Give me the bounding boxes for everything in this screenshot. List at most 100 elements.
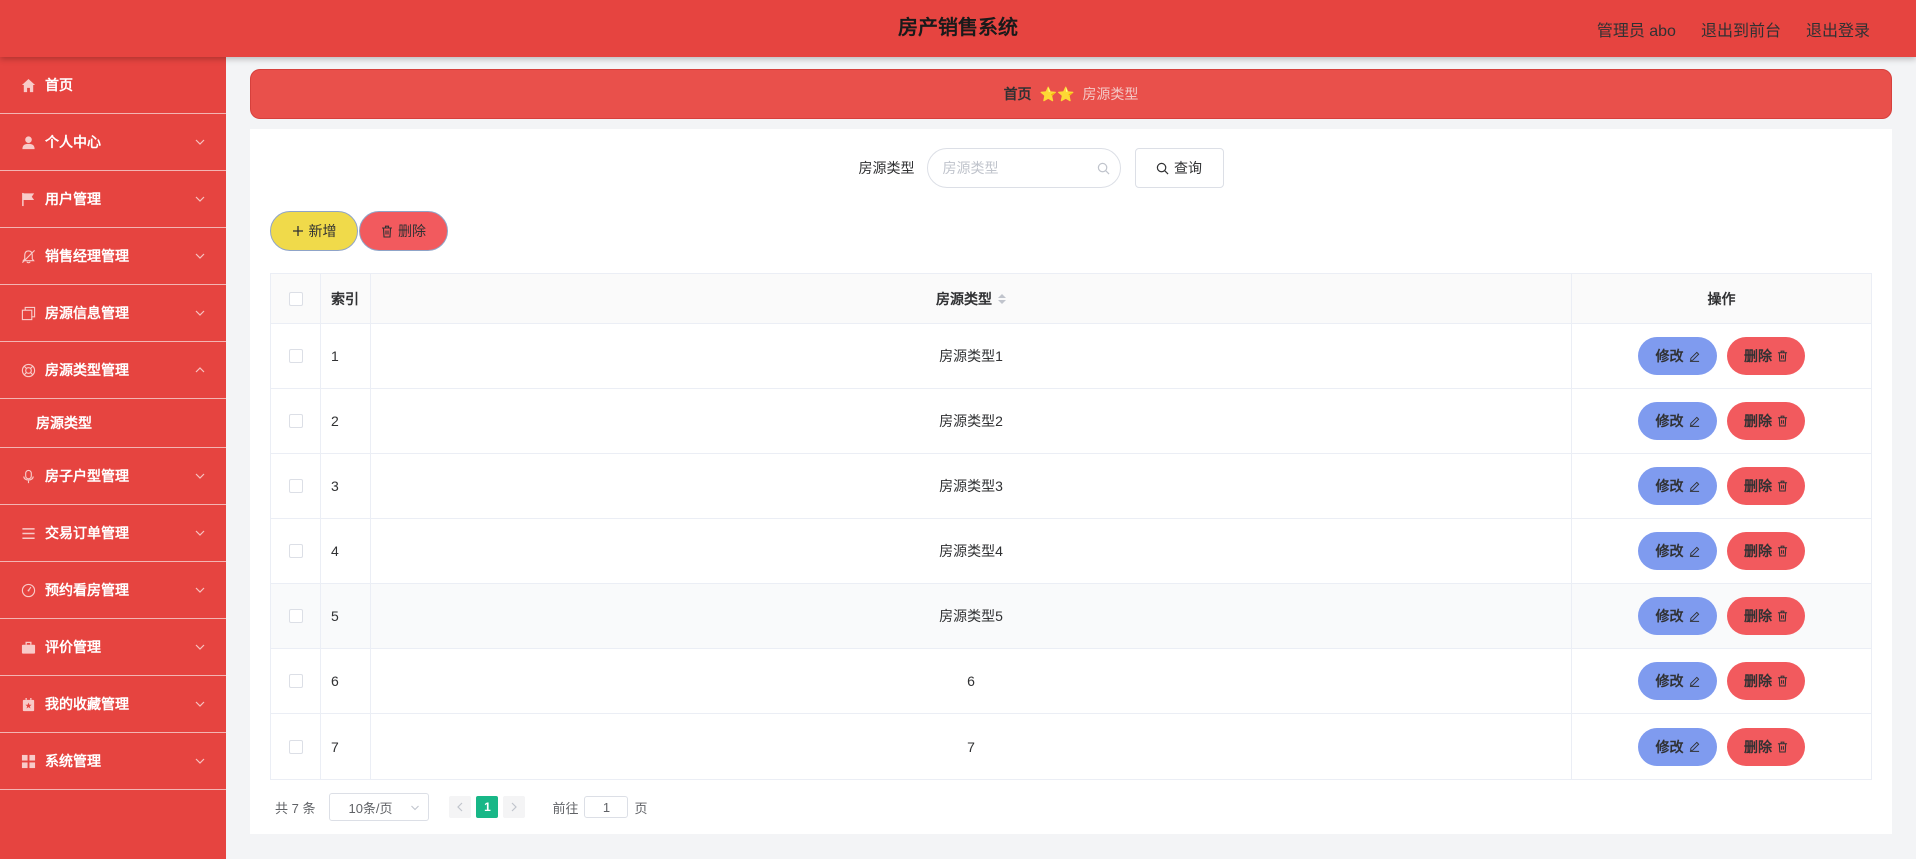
page-size-select[interactable]: 10条/页: [329, 793, 430, 821]
trash-icon: [382, 225, 392, 238]
edit-button[interactable]: 修改: [1638, 337, 1717, 375]
delete-button[interactable]: 删除: [1727, 727, 1805, 766]
delete-button[interactable]: 删除: [1727, 402, 1805, 440]
sidebar-item-house-info[interactable]: 房源信息管理: [0, 285, 226, 342]
page-size-value: 10条/页: [348, 800, 393, 816]
table-row[interactable]: 5 房源类型5 修改 删除: [271, 584, 1871, 649]
chevron-down-icon: [195, 139, 205, 145]
breadcrumb: 首页 ⭐⭐ 房源类型: [250, 69, 1892, 119]
sidebar-item-label: 评价管理: [45, 639, 101, 655]
delete-button[interactable]: 删除: [1727, 467, 1805, 505]
sidebar-item-system[interactable]: 系统管理: [0, 733, 226, 790]
sidebar-item-house-type[interactable]: 房源类型管理: [0, 342, 226, 399]
sort-icon[interactable]: [998, 293, 1006, 304]
row-checkbox[interactable]: [288, 739, 303, 754]
search-icon: [1156, 162, 1169, 174]
action-bar: 新增 删除: [270, 211, 448, 251]
select-all-checkbox[interactable]: [288, 291, 303, 306]
row-checkbox[interactable]: [288, 544, 303, 558]
row-checkbox[interactable]: [288, 414, 303, 428]
search-input[interactable]: [927, 149, 1120, 187]
data-table: 索引 房源类型 操作 1 房源类型1 修改 删除 2 房源类型2 修改 删除 3 房源类型3 修改删…: [270, 273, 1872, 780]
chevron-up-icon: [195, 367, 205, 373]
edit-button[interactable]: 修改: [1638, 532, 1717, 570]
logout-link[interactable]: 退出登录: [1806, 17, 1870, 41]
sidebar-item-sales-manager[interactable]: 销售经理管理: [0, 228, 226, 285]
sidebar-item-unit-layout[interactable]: 房子户型管理: [0, 448, 226, 505]
delete-button[interactable]: 删除: [1727, 337, 1805, 375]
delete-button-label: 删除: [1744, 608, 1772, 624]
sidebar-item-label: 交易订单管理: [45, 525, 129, 541]
edit-button[interactable]: 修改: [1638, 597, 1717, 635]
edit-button[interactable]: 修改: [1638, 727, 1717, 766]
next-page-button[interactable]: [503, 796, 526, 818]
edit-icon: [1689, 741, 1699, 752]
trash-icon: [1777, 480, 1788, 492]
delete-button[interactable]: 删除: [1727, 532, 1805, 570]
table-row[interactable]: 2 房源类型2 修改 删除: [271, 389, 1871, 454]
table-row[interactable]: 7 7 修改 删除: [271, 714, 1871, 779]
sidebar-item-viewing[interactable]: 预约看房管理: [0, 562, 226, 619]
sidebar-item-reviews[interactable]: 评价管理: [0, 619, 226, 676]
sidebar-item-orders[interactable]: 交易订单管理: [0, 505, 226, 562]
header-links: 管理员 abo 退出到前台 退出登录: [1597, 0, 1870, 57]
breadcrumb-separator: ⭐⭐: [1039, 85, 1075, 102]
edit-button[interactable]: 修改: [1638, 402, 1717, 440]
chevron-down-icon: [195, 473, 205, 479]
add-button[interactable]: 新增: [270, 211, 358, 251]
chevron-down-icon: [195, 644, 205, 650]
table-row[interactable]: 1 房源类型1 修改 删除: [271, 324, 1871, 389]
pagination-total: 共 7 条: [275, 800, 316, 816]
sidebar-item-label: 预约看房管理: [45, 582, 129, 598]
sidebar-item-users[interactable]: 用户管理: [0, 171, 226, 228]
table-row[interactable]: 3 房源类型3 修改 删除: [271, 454, 1871, 519]
prev-page-button[interactable]: [449, 796, 472, 818]
delete-button[interactable]: 删除: [1727, 597, 1805, 635]
user-icon: [20, 134, 37, 151]
column-header-type[interactable]: 房源类型: [371, 274, 1572, 323]
row-checkbox[interactable]: [288, 349, 303, 363]
add-button-label: 新增: [308, 223, 337, 239]
delete-button[interactable]: 删除: [1727, 662, 1805, 700]
table-row[interactable]: 6 6 修改 删除: [271, 649, 1871, 714]
sidebar-item-label: 我的收藏管理: [45, 696, 129, 712]
chevron-down-icon: [411, 805, 420, 811]
sidebar-subitem-house-type[interactable]: 房源类型: [0, 399, 226, 448]
goto-page-input[interactable]: [584, 796, 629, 818]
row-checkbox[interactable]: [288, 609, 303, 623]
row-checkbox-cell: [271, 389, 321, 453]
flag-icon: [20, 191, 37, 208]
trash-icon: [1777, 350, 1788, 362]
batch-delete-button[interactable]: 删除: [359, 211, 448, 251]
row-checkbox[interactable]: [288, 479, 303, 493]
column-header-index: 索引: [321, 274, 371, 323]
back-to-front-link[interactable]: 退出到前台: [1701, 17, 1781, 41]
edit-icon: [1689, 351, 1699, 362]
microphone-icon: [20, 468, 37, 485]
sidebar-item-home[interactable]: 首页: [0, 57, 226, 114]
row-house-type: 6: [371, 649, 1572, 713]
row-checkbox-cell: [271, 584, 321, 648]
search-form: 房源类型 查询: [220, 148, 1862, 188]
chevron-down-icon: [195, 701, 205, 707]
chevron-down-icon: [195, 758, 205, 764]
edit-icon: [1689, 611, 1699, 622]
page-number-current[interactable]: 1: [476, 796, 499, 818]
breadcrumb-home[interactable]: 首页: [1004, 84, 1032, 104]
search-box: [926, 148, 1121, 188]
edit-button[interactable]: 修改: [1638, 662, 1717, 700]
table-row[interactable]: 4 房源类型4 修改 删除: [271, 519, 1871, 584]
edit-button-label: 修改: [1655, 413, 1684, 429]
sidebar-item-label: 首页: [45, 77, 73, 93]
edit-icon: [1689, 546, 1699, 557]
row-index: 4: [321, 519, 371, 583]
edit-button[interactable]: 修改: [1638, 467, 1717, 505]
sidebar-item-personal[interactable]: 个人中心: [0, 114, 226, 171]
query-button[interactable]: 查询: [1134, 148, 1224, 188]
edit-icon: [1689, 416, 1699, 427]
row-checkbox[interactable]: [288, 674, 303, 688]
sidebar-item-favorites[interactable]: 我的收藏管理: [0, 676, 226, 733]
main-content: 首页 ⭐⭐ 房源类型 房源类型 查询 新增 删除: [226, 57, 1916, 859]
delete-button-label: 删除: [1744, 348, 1772, 364]
edit-button-label: 修改: [1655, 738, 1684, 755]
